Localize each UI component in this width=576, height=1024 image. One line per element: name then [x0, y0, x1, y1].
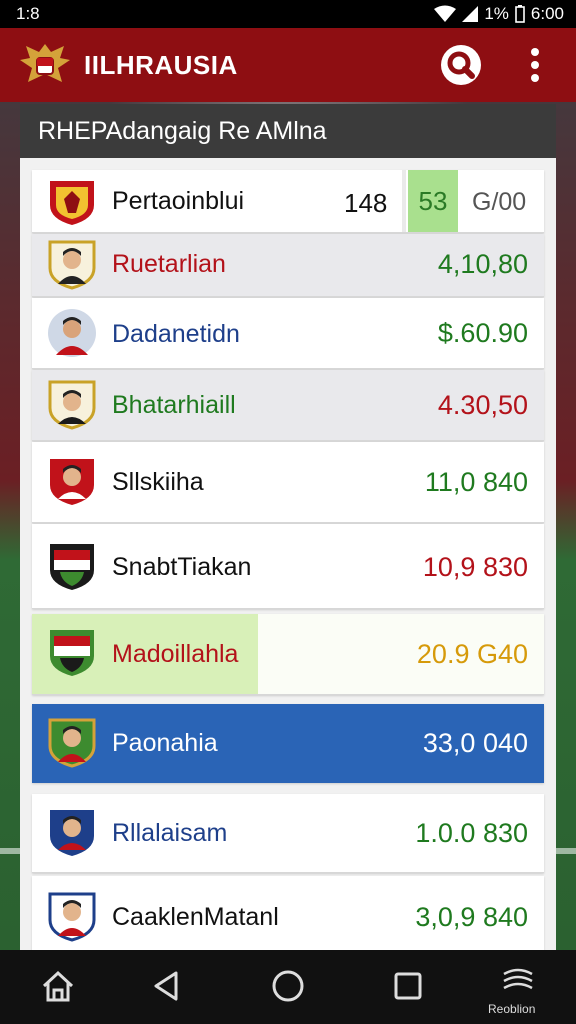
battery-icon [515, 5, 525, 23]
team-crest-icon [50, 630, 94, 676]
list-item[interactable]: Rllalaisam 1.0.0 830 [32, 794, 544, 873]
header-row-rank: 148 [344, 188, 388, 218]
team-crest-icon [50, 181, 94, 225]
system-nav-bar: Reoblion [0, 950, 576, 1024]
row-value: 11,0 840 [424, 467, 528, 497]
row-value: $.60.90 [437, 318, 528, 348]
row-name: SnabtTiakan [112, 553, 252, 581]
row-value: 3,0,9 840 [415, 902, 528, 932]
list-item[interactable]: Bhatarhiaill 4.30,50 [32, 370, 544, 441]
row-value: 4,10,80 [437, 249, 528, 279]
garuda-emblem-icon [20, 44, 70, 82]
status-clock: 6:00 [530, 4, 564, 23]
nav-label: Reoblion [488, 1002, 536, 1016]
player-avatar-icon [48, 240, 96, 290]
list-item[interactable]: Ruetarlian 4,10,80 [32, 234, 544, 297]
status-time: 1:8 [16, 4, 40, 23]
row-value: 1.0.0 830 [415, 818, 528, 848]
battery-percent: 1% [484, 4, 509, 23]
player-avatar-icon [48, 380, 96, 430]
list-item-selected[interactable]: Paonahia 33,0 040 [32, 704, 544, 783]
row-value: 10,9 830 [422, 552, 528, 582]
list-item-highlighted[interactable]: Madoillahla 20.9 G40 [32, 614, 544, 695]
circle-home-icon[interactable] [270, 968, 306, 1004]
list-item[interactable]: Dadanetidn $.60.90 [32, 298, 544, 369]
list-item[interactable]: Sllskiiha 11,0 840 [32, 442, 544, 523]
ranking-panel: RHEPAdangaig Re AMlna Pertaoinblui 148 5… [20, 104, 556, 950]
search-icon[interactable] [440, 44, 482, 86]
player-avatar-icon [48, 718, 96, 768]
app-icon[interactable] [500, 964, 536, 1000]
panel-header: RHEPAdangaig Re AMlna [20, 104, 556, 158]
row-name: Paonahia [112, 729, 218, 757]
header-row-points: 53 [408, 170, 458, 232]
header-row[interactable]: Pertaoinblui 148 53 G/00 [32, 170, 544, 233]
row-name: Madoillahla [112, 640, 239, 668]
wifi-icon [434, 5, 457, 22]
row-name: Rllalaisam [112, 819, 228, 847]
row-name: Ruetarlian [112, 250, 226, 278]
row-value: 20.9 G40 [416, 639, 528, 669]
home-icon[interactable] [40, 968, 76, 1004]
back-icon[interactable] [148, 968, 184, 1004]
app-bar: IILHRAUSIA [0, 28, 576, 102]
status-bar: 1:8 1% 6:00 [0, 0, 576, 28]
signal-icon [462, 6, 479, 22]
app-title: IILHRAUSIA [84, 50, 238, 80]
player-avatar-icon [50, 810, 94, 856]
recents-icon[interactable] [390, 968, 426, 1004]
row-name: Bhatarhiaill [112, 391, 236, 419]
row-name: Dadanetidn [112, 320, 240, 348]
player-avatar-icon [50, 459, 94, 505]
row-value: 33,0 040 [422, 728, 528, 758]
player-avatar-icon [48, 309, 96, 357]
row-value: 4.30,50 [437, 390, 528, 420]
list-item[interactable]: CaaklenMatanl 3,0,9 840 [32, 876, 544, 950]
column-divider [402, 170, 406, 232]
more-vert-icon[interactable] [526, 44, 544, 86]
row-name: CaaklenMatanl [112, 903, 279, 931]
player-avatar-icon [48, 892, 96, 942]
list-item[interactable]: SnabtTiakan 10,9 830 [32, 524, 544, 609]
header-row-name: Pertaoinblui [112, 187, 245, 215]
header-row-extra: G/00 [472, 188, 527, 216]
row-name: Sllskiiha [112, 468, 204, 496]
team-crest-icon [50, 544, 94, 590]
